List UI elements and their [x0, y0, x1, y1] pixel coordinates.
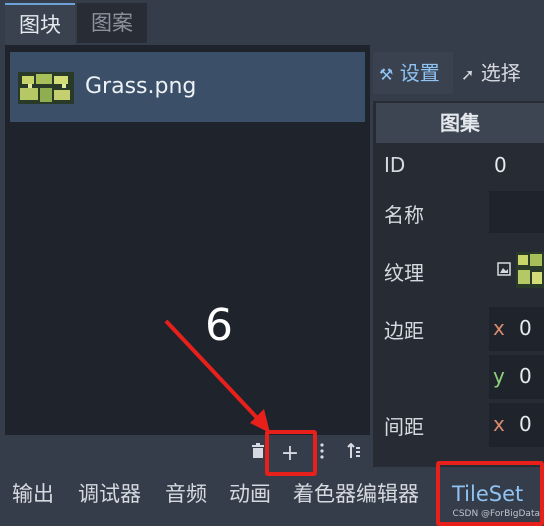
atlas-inspector: 图集 ID 0 名称 纹理 边距 x 0 y 0 间距 x 0 — [373, 101, 544, 467]
highlight-box-add — [265, 430, 317, 476]
tab-setup[interactable]: ⚒ 设置 — [373, 52, 453, 94]
margins-x-value: 0 — [519, 316, 532, 340]
annotation-number: 6 — [205, 300, 233, 351]
axis-x-label: x — [493, 412, 505, 436]
texture-thumbnail-icon — [18, 72, 74, 104]
right-tab-bar: ⚒ 设置 ➚ 选择 — [373, 52, 544, 94]
list-item-label: Grass.png — [85, 74, 197, 99]
name-label: 名称 — [384, 203, 424, 227]
name-field[interactable] — [489, 191, 544, 233]
id-value[interactable]: 0 — [494, 153, 507, 177]
image-file-icon — [497, 262, 511, 276]
separation-label: 间距 — [384, 415, 424, 439]
axis-x-label: x — [493, 316, 505, 340]
separation-x-field[interactable]: x 0 — [489, 403, 544, 447]
texture-label: 纹理 — [384, 261, 424, 285]
tab-tiles[interactable]: 图块 — [5, 3, 75, 45]
sort-icon[interactable] — [345, 441, 363, 467]
tab-patterns[interactable]: 图案 — [77, 3, 147, 43]
cursor-icon: ➚ — [461, 65, 475, 84]
dock-tab-audio[interactable]: 音频 — [165, 478, 207, 510]
axis-y-label: y — [493, 364, 505, 388]
dock-tab-debugger[interactable]: 调试器 — [78, 478, 141, 510]
texture-preview-icon[interactable] — [516, 252, 544, 288]
watermark: CSDN @ForBigData — [452, 509, 540, 519]
list-item-grass[interactable]: Grass.png — [10, 52, 365, 122]
tools-icon: ⚒ — [379, 65, 394, 84]
tab-setup-label: 设置 — [399, 61, 440, 85]
id-label: ID — [384, 153, 406, 177]
section-title: 图集 — [376, 103, 544, 143]
margins-label: 边距 — [384, 319, 424, 343]
dock-tab-animation[interactable]: 动画 — [229, 478, 271, 510]
separation-x-value: 0 — [519, 412, 532, 436]
dock-tab-shader-editor[interactable]: 着色器编辑器 — [293, 478, 419, 510]
margins-y-field[interactable]: y 0 — [489, 355, 544, 399]
kebab-menu-icon[interactable] — [315, 441, 329, 467]
margins-y-value: 0 — [519, 364, 532, 388]
dock-tab-output[interactable]: 输出 — [12, 478, 54, 510]
tab-select[interactable]: ➚ 选择 — [461, 52, 544, 94]
margins-x-field[interactable]: x 0 — [489, 307, 544, 351]
tab-select-label: 选择 — [480, 61, 521, 85]
